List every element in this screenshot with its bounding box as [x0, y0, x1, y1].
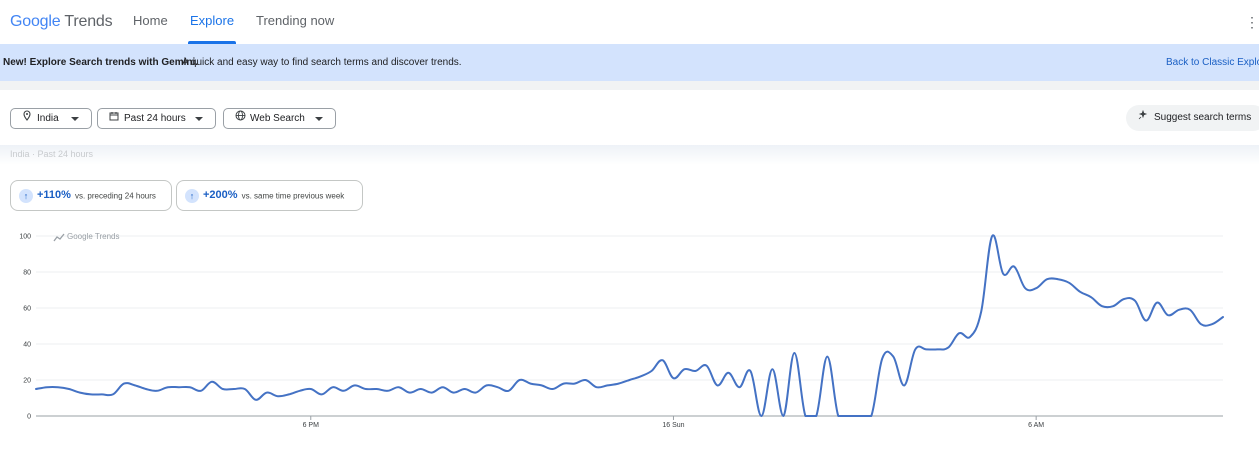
- nav-home[interactable]: Home: [131, 0, 170, 44]
- kebab-icon[interactable]: ⋮: [1245, 14, 1259, 31]
- stat-value: +110%: [37, 189, 71, 202]
- banner-lead: New! Explore Search trends with Gemini.: [3, 57, 199, 68]
- google-trends-logo[interactable]: Google Trends: [10, 13, 113, 31]
- y-tick-label: 60: [23, 306, 31, 313]
- x-tick-label: 6 AM: [1028, 422, 1044, 429]
- location-label: India: [37, 113, 59, 124]
- logo-google: Google: [10, 13, 61, 30]
- x-tick-label: 16 Sun: [662, 422, 684, 429]
- location-pin-icon: [21, 109, 33, 128]
- top-bar: Google Trends Home Explore Trending now ⋮: [0, 0, 1259, 44]
- nav-explore[interactable]: Explore: [188, 0, 237, 44]
- y-tick-label: 100: [19, 234, 31, 241]
- y-tick-label: 20: [23, 378, 31, 385]
- banner-text: A quick and easy way to find search term…: [182, 57, 462, 68]
- section-shadow: [0, 145, 1259, 165]
- y-tick-label: 0: [27, 414, 31, 421]
- watermark-label: Google Trends: [67, 232, 119, 241]
- interest-over-time-chart: Google Trends 0 20 40 60 80 100 6 PM 16 Sun 6 A…: [19, 232, 1224, 429]
- search-property-dropdown[interactable]: Web Search: [223, 108, 336, 129]
- time-range-dropdown[interactable]: Past 24 hours: [97, 108, 216, 129]
- suggest-label: Suggest search terms: [1154, 112, 1252, 123]
- back-to-classic-link[interactable]: Back to Classic Explore: [1166, 44, 1259, 81]
- search-property-label: Web Search: [250, 113, 305, 124]
- gemini-banner: New! Explore Search trends with Gemini. …: [0, 44, 1259, 81]
- breadcrumb: India · Past 24 hours: [10, 149, 94, 159]
- suggest-search-terms-button[interactable]: Suggest search terms: [1126, 105, 1259, 131]
- nav-trending-now[interactable]: Trending now: [254, 0, 336, 44]
- chevron-down-icon: [71, 117, 79, 121]
- banner-divider: [0, 81, 1259, 90]
- arrow-up-icon: ↑: [185, 188, 199, 203]
- globe-icon: [234, 109, 246, 128]
- stat-label: vs. same time previous week: [241, 191, 345, 201]
- y-tick-label: 80: [23, 270, 31, 277]
- stat-card-previous-week[interactable]: ↑ +200% vs. same time previous week: [176, 180, 363, 211]
- logo-trends: Trends: [64, 13, 113, 30]
- stat-card-preceding[interactable]: ↑ +110% vs. preceding 24 hours: [10, 180, 172, 211]
- location-dropdown[interactable]: India: [10, 108, 92, 129]
- time-range-label: Past 24 hours: [124, 113, 186, 124]
- chevron-down-icon: [195, 117, 203, 121]
- stat-label: vs. preceding 24 hours: [74, 191, 156, 201]
- x-tick-label: 6 PM: [303, 422, 320, 429]
- chevron-down-icon: [315, 117, 323, 121]
- calendar-icon: [108, 109, 120, 128]
- series-line: [35, 234, 1224, 417]
- sparkle-icon: [1138, 105, 1148, 131]
- stat-value: +200%: [203, 189, 238, 202]
- arrow-up-icon: ↑: [19, 188, 33, 203]
- y-tick-label: 40: [23, 342, 31, 349]
